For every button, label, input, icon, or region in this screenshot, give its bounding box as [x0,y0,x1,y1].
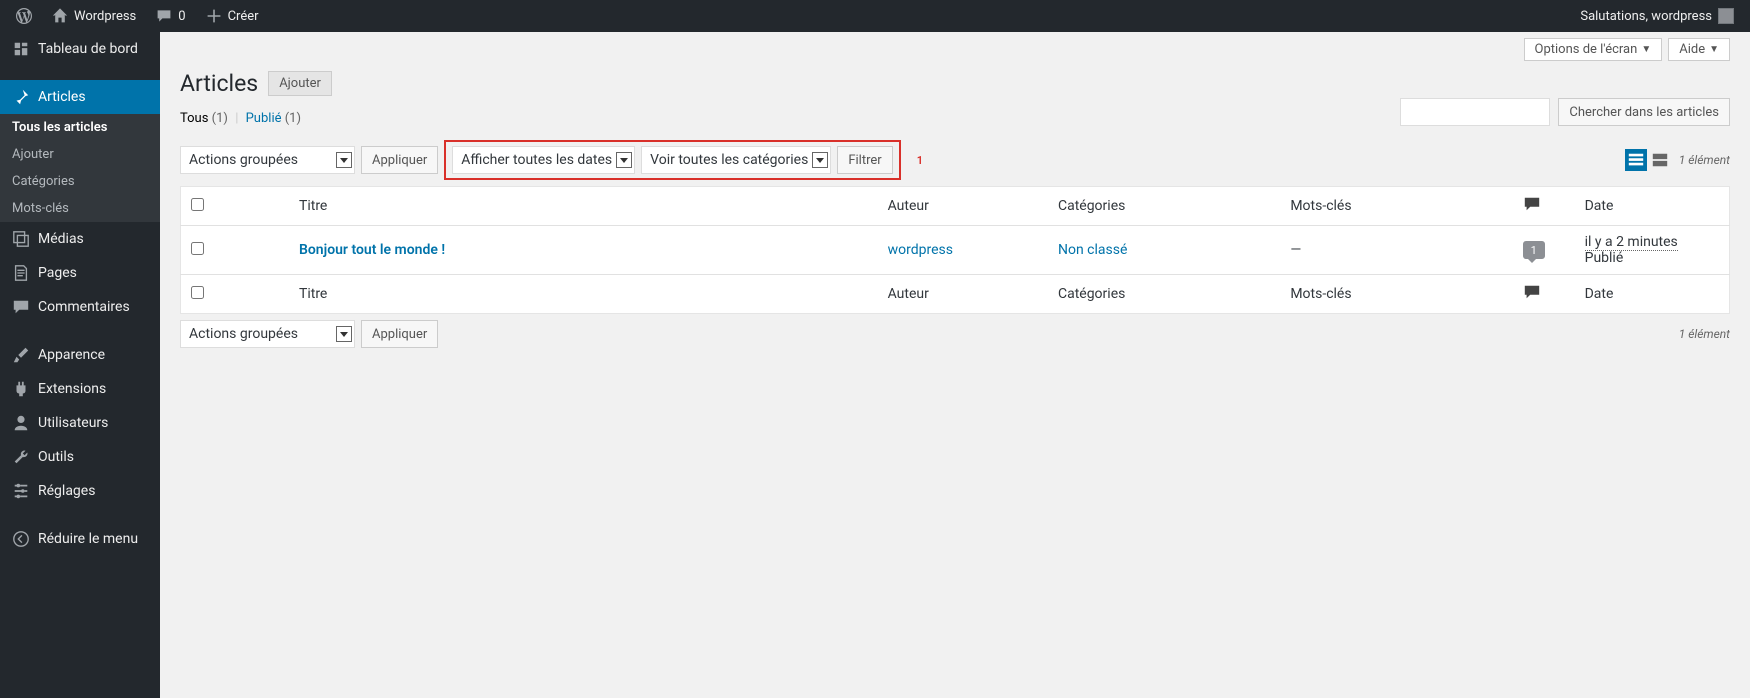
apply-bulk-button-bottom[interactable]: Appliquer [361,320,438,348]
add-post-button[interactable]: Ajouter [268,71,332,96]
sidebar-item-dashboard[interactable]: Tableau de bord [0,32,160,66]
sidebar-sub-all-posts[interactable]: Tous les articles [0,114,160,141]
comments-link[interactable]: 0 [148,0,193,32]
search-input[interactable] [1400,98,1550,126]
col-author[interactable]: Auteur [878,275,1048,314]
sliders-icon [12,482,30,500]
posts-table: Titre Auteur Catégories Mots-clés Date B… [180,186,1730,314]
site-name: Wordpress [74,9,136,24]
bulk-actions-select-bottom[interactable]: Actions groupées [180,320,355,348]
col-tags[interactable]: Mots-clés [1280,275,1512,314]
sidebar-item-settings[interactable]: Réglages [0,474,160,508]
comment-icon [12,298,30,316]
collapse-icon [12,530,30,548]
plug-icon [12,380,30,398]
author-link[interactable]: wordpress [888,242,953,258]
chevron-down-icon [336,326,352,342]
category-link[interactable]: Non classé [1058,242,1127,258]
new-content-link[interactable]: Créer [198,0,267,32]
comments-count: 0 [178,9,185,24]
account-menu[interactable]: Salutations, wordpress [1572,0,1742,32]
col-title[interactable]: Titre [289,275,878,314]
media-icon [12,230,30,248]
site-link[interactable]: Wordpress [44,0,144,32]
excerpt-view-button[interactable] [1649,149,1671,171]
sidebar-item-plugins[interactable]: Extensions [0,372,160,406]
wordpress-icon [16,8,32,24]
chevron-down-icon [812,152,828,168]
comment-count-badge[interactable]: 1 [1523,241,1545,259]
plus-icon [206,8,222,24]
sidebar-item-tools[interactable]: Outils [0,440,160,474]
dashboard-icon [12,40,30,58]
sidebar-item-posts[interactable]: Articles [0,80,160,114]
annotation-number: 1 [917,154,923,167]
date-relative: il y a 2 minutes [1585,234,1678,251]
item-count-bottom: 1 élément [1679,327,1730,341]
page-icon [12,264,30,282]
col-date[interactable]: Date [1575,187,1730,226]
wp-logo-menu[interactable] [8,0,40,32]
sidebar-sub-categories[interactable]: Catégories [0,168,160,195]
sidebar-item-media[interactable]: Médias [0,222,160,256]
item-count: 1 élément [1679,153,1730,167]
create-label: Créer [228,9,259,24]
col-comments[interactable] [1513,187,1575,226]
post-title-link[interactable]: Bonjour tout le monde ! [299,242,445,258]
filter-published[interactable]: Publié (1) [246,111,301,126]
comment-icon [156,8,172,24]
comment-icon [1523,283,1541,301]
date-state: Publié [1585,250,1624,266]
wrench-icon [12,448,30,466]
main-content: Options de l'écran ▼ Aide ▼ Articles Ajo… [160,32,1750,698]
annotation-highlight: Afficher toutes les dates Voir toutes le… [444,140,900,180]
select-all-checkbox-footer[interactable] [191,286,204,299]
col-date[interactable]: Date [1575,275,1730,314]
help-button[interactable]: Aide ▼ [1668,38,1730,61]
sidebar-sub-tags[interactable]: Mots-clés [0,195,160,222]
excerpt-icon [1651,151,1669,169]
table-row: Bonjour tout le monde ! wordpress Non cl… [181,226,1730,275]
sidebar-sub-add-post[interactable]: Ajouter [0,141,160,168]
sidebar-item-users[interactable]: Utilisateurs [0,406,160,440]
sidebar-item-comments[interactable]: Commentaires [0,290,160,324]
list-view-button[interactable] [1625,149,1647,171]
col-tags[interactable]: Mots-clés [1280,187,1512,226]
avatar [1718,8,1734,24]
sidebar-collapse[interactable]: Réduire le menu [0,522,160,556]
col-comments[interactable] [1513,275,1575,314]
admin-sidebar: Tableau de bord Articles Tous les articl… [0,32,160,698]
select-all-checkbox[interactable] [191,198,204,211]
brush-icon [12,346,30,364]
filter-button[interactable]: Filtrer [837,146,892,174]
admin-topbar: Wordpress 0 Créer Salutations, wordpress [0,0,1750,32]
category-filter-select[interactable]: Voir toutes les catégories [641,146,831,174]
user-icon [12,414,30,432]
screen-options-button[interactable]: Options de l'écran ▼ [1524,38,1663,61]
comment-icon [1523,195,1541,213]
home-icon [52,8,68,24]
bulk-actions-select[interactable]: Actions groupées [180,146,355,174]
pin-icon [12,88,30,106]
page-title: Articles [180,70,258,97]
row-checkbox[interactable] [191,242,204,255]
chevron-down-icon [336,152,352,168]
col-title[interactable]: Titre [289,187,878,226]
date-filter-select[interactable]: Afficher toutes les dates [452,146,635,174]
chevron-down-icon [616,152,632,168]
list-icon [1627,151,1645,169]
greeting: Salutations, wordpress [1580,9,1712,24]
tags-cell: — [1280,226,1512,275]
col-categories[interactable]: Catégories [1048,275,1280,314]
apply-bulk-button[interactable]: Appliquer [361,146,438,174]
filter-all[interactable]: Tous (1) [180,111,228,126]
sidebar-item-pages[interactable]: Pages [0,256,160,290]
sidebar-item-appearance[interactable]: Apparence [0,338,160,372]
col-categories[interactable]: Catégories [1048,187,1280,226]
col-author[interactable]: Auteur [878,187,1048,226]
search-button[interactable]: Chercher dans les articles [1558,98,1730,126]
